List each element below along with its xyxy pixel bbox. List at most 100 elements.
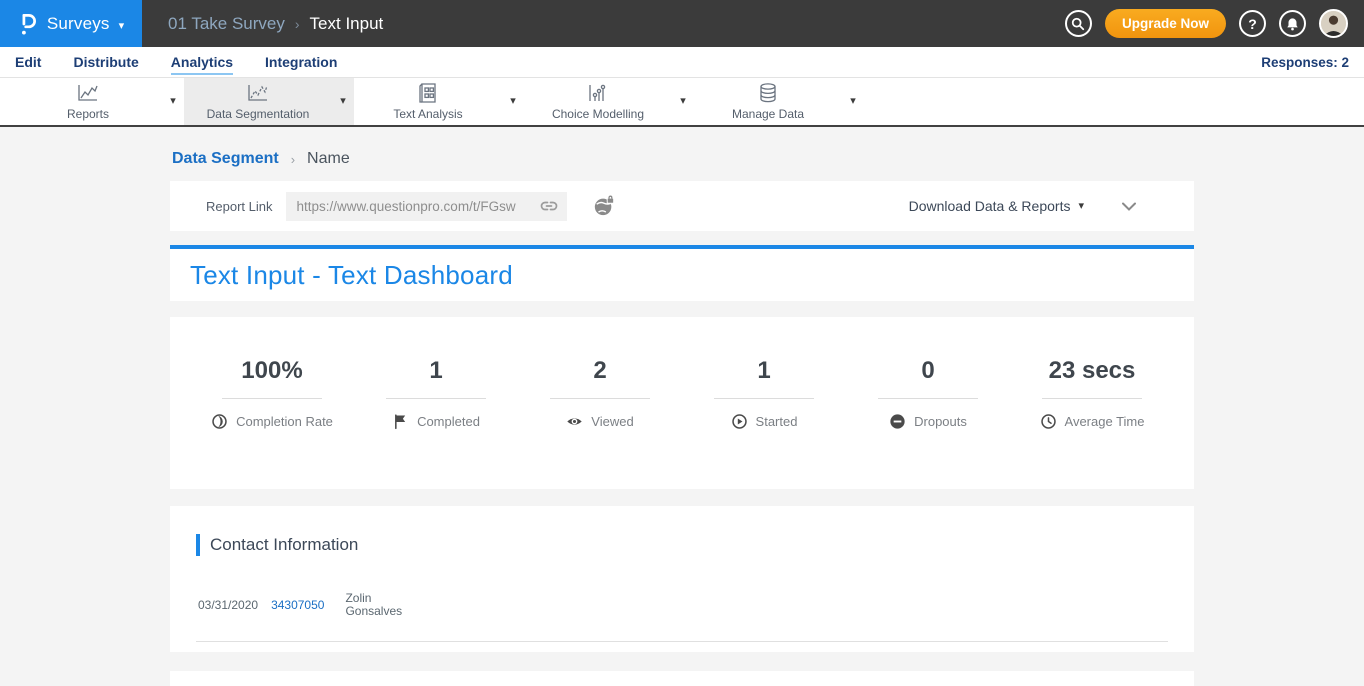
stat-label: Dropouts <box>914 414 967 429</box>
breadcrumb: 01 Take Survey › Text Input <box>168 14 383 34</box>
toolbar-tab-data-segmentation[interactable]: Data Segmentation <box>184 78 354 125</box>
stat-dropouts: 0 Dropouts <box>846 357 1010 489</box>
eye-icon <box>566 413 583 430</box>
tab-distribute[interactable]: Distribute <box>73 50 138 75</box>
breadcrumb-survey-name[interactable]: 01 Take Survey <box>168 14 285 34</box>
scatter-chart-icon <box>586 82 610 104</box>
stat-value: 100% <box>190 357 354 385</box>
breadcrumb-current-page: Text Input <box>310 14 384 34</box>
report-url-input[interactable] <box>296 199 539 214</box>
help-button[interactable]: ? <box>1239 10 1266 37</box>
contact-row: 03/31/2020 34307050 Zolin Gonsalves <box>196 592 1168 618</box>
divider <box>196 641 1168 642</box>
top-bar: Surveys 01 Take Survey › Text Input Upgr… <box>0 0 1364 47</box>
choice-modelling-dropdown-caret[interactable] <box>672 96 694 107</box>
contact-information-card: Contact Information 03/31/2020 34307050 … <box>170 506 1194 652</box>
respondent-name: Zolin Gonsalves <box>345 592 407 618</box>
stat-average-time: 23 secs Average Time <box>1010 357 1174 489</box>
chevron-down-icon <box>119 16 125 34</box>
questionpro-logo <box>18 12 38 36</box>
topbar-actions: Upgrade Now ? <box>1065 9 1364 38</box>
stat-value: 1 <box>682 357 846 385</box>
stat-value: 1 <box>354 357 518 385</box>
toolbar-tab-manage-data[interactable]: Manage Data <box>694 78 864 125</box>
half-circle-icon <box>211 413 228 430</box>
survey-stats-card: 100% Completion Rate 1 Completed <box>170 317 1194 489</box>
stat-value: 23 secs <box>1010 357 1174 385</box>
survey-section-nav: Edit Distribute Analytics Integration Re… <box>0 47 1364 77</box>
stat-completion-rate: 100% Completion Rate <box>190 357 354 489</box>
help-icon: ? <box>1248 16 1257 32</box>
report-url-box <box>286 192 567 221</box>
toolbar-tab-reports[interactable]: Reports <box>14 78 184 125</box>
stat-completed: 1 Completed <box>354 357 518 489</box>
stat-started: 1 Started <box>682 357 846 489</box>
notifications-button[interactable] <box>1279 10 1306 37</box>
toolbar-tab-text-analysis[interactable]: Text Analysis <box>354 78 524 125</box>
divider <box>878 398 978 399</box>
data-segmentation-dropdown-caret[interactable] <box>332 96 354 107</box>
toolbar-tab-label: Text Analysis <box>393 107 462 121</box>
product-switcher[interactable]: Surveys <box>0 0 142 47</box>
toolbar-tab-choice-modelling[interactable]: Choice Modelling <box>524 78 694 125</box>
breadcrumb-data-segment-link[interactable]: Data Segment <box>172 150 279 168</box>
stat-label: Average Time <box>1065 414 1145 429</box>
download-dropdown-label: Download Data & Reports <box>909 198 1071 214</box>
next-question-card <box>170 671 1194 686</box>
toolbar-tab-label: Reports <box>67 107 109 121</box>
chevron-down-icon <box>1078 201 1084 212</box>
response-date: 03/31/2020 <box>198 598 258 612</box>
section-heading: Contact Information <box>196 534 1168 556</box>
divider <box>714 398 814 399</box>
bell-icon <box>1286 17 1299 31</box>
avatar-photo <box>1321 11 1346 36</box>
report-link-bar: Report Link Download Data & Reports <box>170 181 1194 231</box>
flag-icon <box>392 413 409 430</box>
report-bar-actions: Download Data & Reports <box>909 198 1158 214</box>
search-button[interactable] <box>1065 10 1092 37</box>
chain-link-icon[interactable] <box>539 196 559 216</box>
stat-value: 2 <box>518 357 682 385</box>
segmentation-chart-icon <box>246 82 270 104</box>
page-title: Text Input - Text Dashboard <box>190 260 513 291</box>
database-icon <box>756 82 780 104</box>
toolbar-tab-label: Choice Modelling <box>552 107 644 121</box>
divider <box>222 398 322 399</box>
breadcrumb-separator: › <box>291 152 295 167</box>
tab-analytics[interactable]: Analytics <box>171 50 233 75</box>
stat-label: Viewed <box>591 414 633 429</box>
segment-breadcrumb: Data Segment › Name <box>170 150 1194 168</box>
main-content: Data Segment › Name Report Link Download… <box>0 127 1364 686</box>
toolbar-tab-label: Data Segmentation <box>207 107 310 121</box>
minus-circle-icon <box>889 413 906 430</box>
stat-label: Completed <box>417 414 480 429</box>
toolbar-tab-label: Manage Data <box>732 107 804 121</box>
user-avatar[interactable] <box>1319 9 1348 38</box>
upgrade-now-button[interactable]: Upgrade Now <box>1105 9 1226 38</box>
play-circle-icon <box>731 413 748 430</box>
analytics-toolbar: Reports Data Segmentation Text Analysis … <box>0 77 1364 127</box>
divider <box>386 398 486 399</box>
globe-lock-icon[interactable] <box>593 195 615 217</box>
responses-count[interactable]: Responses: 2 <box>1261 55 1349 70</box>
clock-icon <box>1040 413 1057 430</box>
tab-edit[interactable]: Edit <box>15 50 41 75</box>
reports-dropdown-caret[interactable] <box>162 96 184 107</box>
collapse-panel-chevron-icon[interactable] <box>1122 202 1136 211</box>
search-icon <box>1071 17 1085 31</box>
text-analysis-dropdown-caret[interactable] <box>502 96 524 107</box>
stat-viewed: 2 Viewed <box>518 357 682 489</box>
divider <box>550 398 650 399</box>
line-chart-icon <box>76 82 100 104</box>
breadcrumb-current-segment: Name <box>307 150 350 168</box>
dashboard-title-card: Text Input - Text Dashboard <box>170 245 1194 301</box>
stat-value: 0 <box>846 357 1010 385</box>
divider <box>1042 398 1142 399</box>
text-grid-icon <box>416 82 440 104</box>
response-id-link[interactable]: 34307050 <box>271 598 324 612</box>
manage-data-dropdown-caret[interactable] <box>842 96 864 107</box>
download-data-reports-dropdown[interactable]: Download Data & Reports <box>909 198 1084 214</box>
stat-label: Completion Rate <box>236 414 333 429</box>
stat-label: Started <box>756 414 798 429</box>
tab-integration[interactable]: Integration <box>265 50 337 75</box>
